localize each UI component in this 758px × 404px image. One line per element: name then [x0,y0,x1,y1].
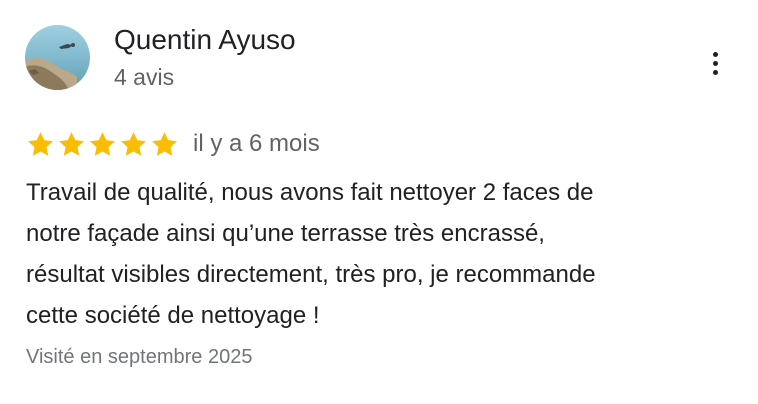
star-icon [59,131,84,156]
reviewer-review-count[interactable]: 4 avis [114,62,174,92]
star-icon [152,131,177,156]
avatar-photo [25,25,90,90]
visit-info: Visité en septembre 2025 [26,346,253,368]
review-date: il y a 6 mois [193,130,320,157]
avatar[interactable] [25,25,90,90]
star-icon [121,131,146,156]
review-text-line: cette société de nettoyage ! [26,302,320,329]
more-vert-icon [712,51,718,57]
review-card: Quentin Ayuso 4 avis il y a 6 mois Trava… [0,0,758,404]
review-text-line: Travail de qualité, nous avons fait nett… [26,179,594,206]
star-rating [26,130,179,159]
more-vert-icon-dot [712,60,718,66]
review-text-line: résultat visibles directement, très pro,… [26,261,596,288]
star-icon [90,131,115,156]
star-icon [28,131,53,156]
review-text-line: notre façade ainsi qu’une terrasse très … [26,220,545,247]
more-options-button[interactable] [698,44,732,82]
rating-row: il y a 6 mois [26,128,320,160]
review-text: Travail de qualité, nous avons fait nett… [26,172,741,336]
more-vert-icon-dot [712,69,718,75]
reviewer-name[interactable]: Quentin Ayuso [114,22,296,58]
